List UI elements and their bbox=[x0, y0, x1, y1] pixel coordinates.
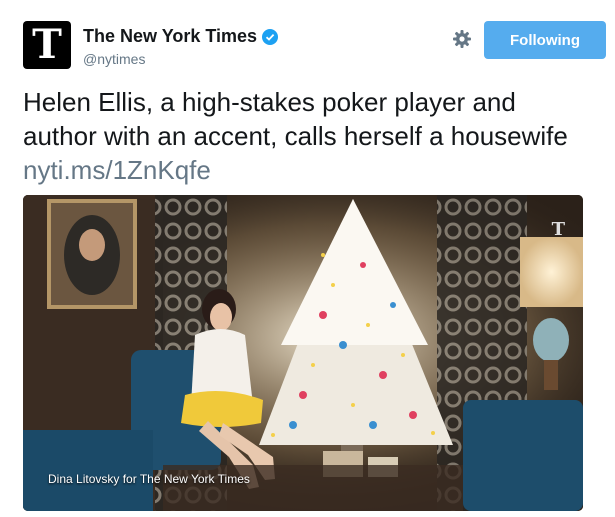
gear-icon[interactable] bbox=[452, 29, 472, 49]
verified-badge-icon bbox=[262, 28, 279, 45]
tweet-photo[interactable]: T Dina Litovsky for The New York Times bbox=[23, 195, 583, 511]
tweet-header: T The New York Times @nytimes Following bbox=[23, 21, 606, 69]
following-button[interactable]: Following bbox=[484, 21, 606, 59]
account-handle[interactable]: @nytimes bbox=[83, 51, 145, 67]
article-link[interactable]: nyti.ms/1ZnKqfe bbox=[23, 155, 211, 185]
account-avatar[interactable]: T bbox=[23, 21, 71, 69]
account-name-row[interactable]: The New York Times bbox=[83, 26, 279, 47]
tweet-text: Helen Ellis, a high-stakes poker player … bbox=[23, 85, 593, 187]
photo-scene bbox=[23, 195, 583, 511]
nyt-watermark: T bbox=[551, 219, 565, 240]
photo-credit: Dina Litovsky for The New York Times bbox=[48, 472, 250, 486]
display-name[interactable]: The New York Times bbox=[83, 26, 257, 47]
nyt-logo: T bbox=[32, 21, 62, 68]
tweet-body: Helen Ellis, a high-stakes poker player … bbox=[23, 87, 568, 151]
